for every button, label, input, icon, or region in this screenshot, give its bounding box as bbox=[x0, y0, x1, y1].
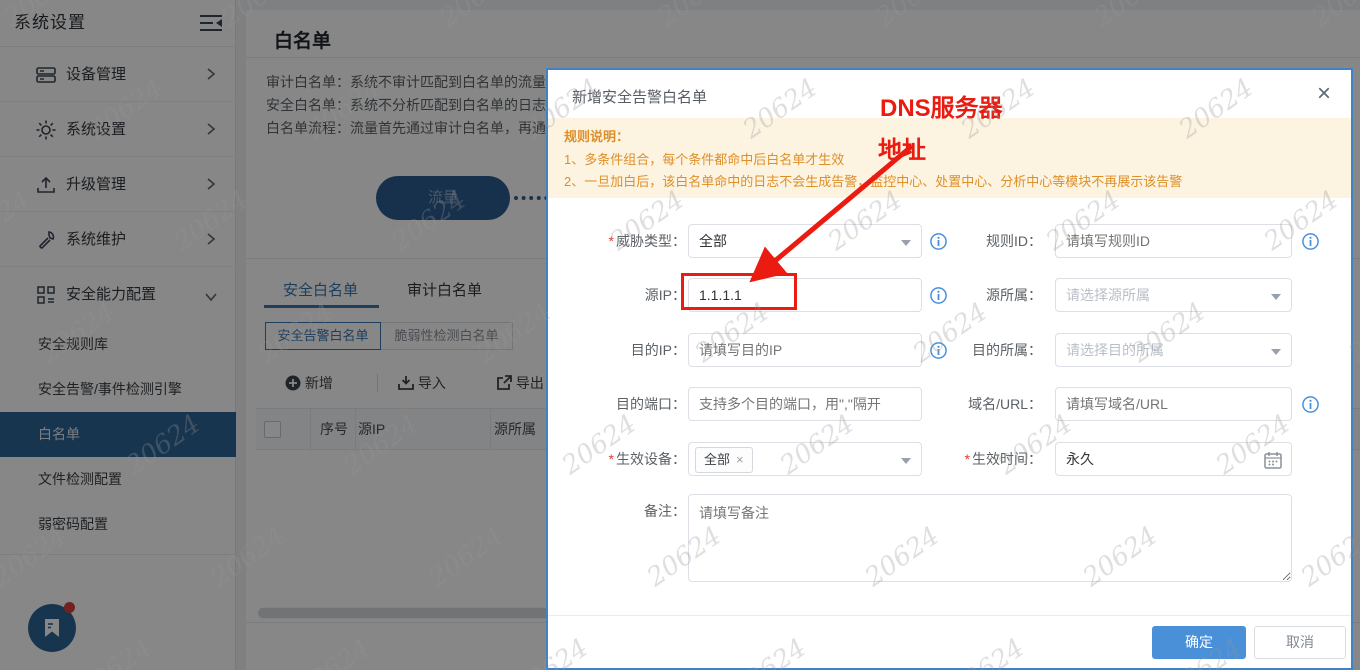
src-group-select[interactable]: 请选择源所属 bbox=[1055, 278, 1292, 312]
rule-id-label: 规则ID： bbox=[986, 233, 1042, 249]
annotation-text-address: 地址 bbox=[878, 137, 926, 164]
threat-type-select[interactable]: 全部 bbox=[688, 224, 922, 258]
device-select[interactable]: 全部 × bbox=[688, 442, 922, 476]
close-icon[interactable]: × bbox=[1317, 80, 1331, 108]
dst-port-label: 目的端口： bbox=[616, 396, 686, 412]
dst-ip-label: 目的IP： bbox=[630, 342, 686, 358]
dst-ip-input[interactable] bbox=[688, 333, 922, 367]
remark-textarea[interactable] bbox=[688, 494, 1292, 582]
form-row-6: 备注： bbox=[548, 494, 1351, 584]
device-label: 生效设备： bbox=[558, 442, 686, 476]
time-picker[interactable]: 永久 bbox=[1055, 442, 1292, 476]
device-tag-label: 全部 bbox=[704, 452, 731, 467]
notice-line-1: 1、多条件组合，每个条件都命中后白名单才生效 bbox=[564, 152, 845, 167]
threat-type-label: 威胁类型： bbox=[558, 224, 686, 258]
src-group-label: 源所属： bbox=[986, 287, 1042, 303]
info-icon[interactable] bbox=[1302, 396, 1319, 413]
form-row-4: 目的端口： 域名/URL： bbox=[548, 387, 1351, 423]
dst-port-input[interactable] bbox=[688, 387, 922, 421]
form-row-2: 源IP： 源所属： 请选择源所属 bbox=[548, 278, 1351, 314]
remark-label: 备注： bbox=[644, 503, 686, 519]
screen: 系统设置 设备管理 系统设置 升级管理 系统维护 安全能力配置 安全规则库 安全… bbox=[0, 0, 1360, 670]
src-ip-label: 源IP： bbox=[644, 287, 686, 303]
add-whitelist-dialog: 新增安全告警白名单 × 规则说明： 1、多条件组合，每个条件都命中后白名单才生效… bbox=[546, 68, 1353, 670]
dst-group-select[interactable]: 请选择目的所属 bbox=[1055, 333, 1292, 367]
confirm-button[interactable]: 确定 bbox=[1152, 626, 1246, 659]
form-row-3: 目的IP： 目的所属： 请选择目的所属 bbox=[548, 333, 1351, 369]
domain-label: 域名/URL： bbox=[968, 396, 1042, 412]
cancel-button[interactable]: 取消 bbox=[1254, 626, 1346, 659]
dialog-title: 新增安全告警白名单 bbox=[572, 89, 708, 106]
src-ip-input[interactable] bbox=[688, 278, 922, 312]
divider bbox=[548, 615, 1351, 616]
rule-id-input[interactable] bbox=[1055, 224, 1292, 258]
domain-input[interactable] bbox=[1055, 387, 1292, 421]
dst-group-label: 目的所属： bbox=[972, 342, 1042, 358]
dst-group-placeholder: 请选择目的所属 bbox=[1066, 342, 1164, 358]
form-row-5: 生效设备： 全部 × 生效时间： 永久 bbox=[548, 442, 1351, 478]
src-group-placeholder: 请选择源所属 bbox=[1066, 287, 1150, 303]
calendar-icon bbox=[1264, 452, 1282, 469]
time-label: 生效时间： bbox=[908, 442, 1042, 476]
rule-notice-box: 规则说明： 1、多条件组合，每个条件都命中后白名单才生效 2、一旦加白后，该白名… bbox=[548, 118, 1351, 198]
threat-type-value: 全部 bbox=[699, 233, 727, 249]
chevron-down-icon bbox=[1271, 349, 1281, 355]
annotation-text-dns-server: DNS服务器 bbox=[880, 95, 1003, 122]
device-tag[interactable]: 全部 × bbox=[695, 447, 753, 473]
time-value: 永久 bbox=[1066, 451, 1094, 467]
chevron-down-icon bbox=[1271, 294, 1281, 300]
notice-heading: 规则说明： bbox=[564, 129, 630, 144]
info-icon[interactable] bbox=[1302, 233, 1319, 250]
notice-line-2: 2、一旦加白后，该白名单命中的日志不会生成告警，监控中心、处置中心、分析中心等模… bbox=[564, 174, 1183, 189]
form-row-1: 威胁类型： 全部 规则ID： bbox=[548, 224, 1351, 260]
remove-tag-icon[interactable]: × bbox=[736, 452, 744, 467]
